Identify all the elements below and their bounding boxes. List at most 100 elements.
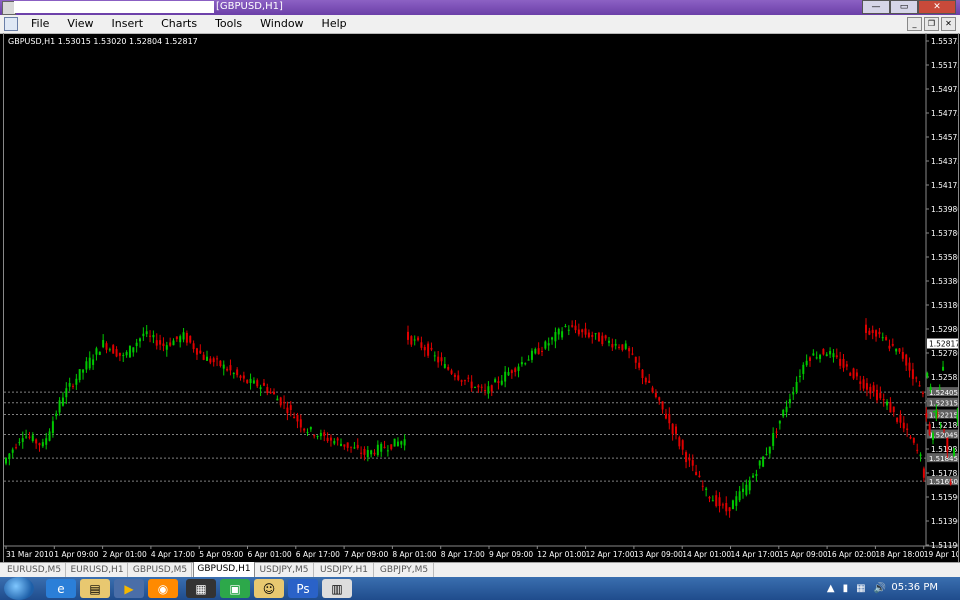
menu-item-insert[interactable]: Insert (103, 17, 153, 31)
candle-body (31, 435, 34, 442)
candle-body (195, 348, 198, 355)
candle-body (504, 371, 507, 382)
candle-body (541, 350, 543, 352)
candle-body (366, 450, 369, 458)
candle-body (484, 390, 487, 392)
candle-body (427, 343, 430, 356)
time-axis-label: 13 Apr 09:00 (634, 550, 683, 559)
photoshop-icon[interactable]: Ps (288, 579, 318, 598)
chat-icon[interactable]: ☺ (254, 579, 284, 598)
menu-item-charts[interactable]: Charts (152, 17, 206, 31)
document-icon[interactable] (4, 17, 18, 31)
candle-body (921, 392, 924, 395)
menu-item-tools[interactable]: Tools (206, 17, 251, 31)
candle-body (932, 411, 935, 413)
mdi-minimize-button[interactable]: _ (907, 17, 922, 31)
candle-body (340, 443, 342, 446)
candle-body (135, 342, 138, 347)
tab-gbpjpy-m5[interactable]: GBPJPY,M5 (375, 563, 434, 577)
candle-body (594, 333, 597, 335)
candle-body (875, 330, 878, 337)
candle-body (420, 342, 423, 348)
candle-body (192, 343, 195, 350)
candle-body (112, 345, 115, 354)
tab-usdjpy-m5[interactable]: USDJPY,M5 (255, 563, 314, 577)
window-title: [GBPUSD,H1] (216, 1, 283, 12)
maximize-button[interactable]: ▭ (890, 0, 918, 14)
tab-eurusd-h1[interactable]: EURUSD,H1 (67, 563, 128, 577)
start-button[interactable] (4, 577, 34, 600)
time-axis-label: 18 Apr 18:00 (875, 550, 924, 559)
candle-body (68, 382, 71, 387)
menu-item-help[interactable]: Help (313, 17, 356, 31)
candle-body (514, 368, 517, 373)
candle-body (407, 331, 409, 340)
candle-body (852, 368, 855, 379)
tab-gbpusd-m5[interactable]: GBPUSD,M5 (129, 563, 192, 577)
mdi-restore-button[interactable]: ❐ (924, 17, 939, 31)
candle-body (410, 336, 413, 345)
candle-body (742, 488, 744, 492)
candle-body (634, 356, 637, 363)
candle-body (447, 367, 450, 370)
price-chart[interactable]: GBPUSD,H1 1.53015 1.53020 1.52804 1.5281… (3, 33, 959, 563)
candle-body (919, 454, 922, 457)
tab-usdjpy-h1[interactable]: USDJPY,H1 (315, 563, 374, 577)
menu-item-window[interactable]: Window (251, 17, 312, 31)
volume-icon[interactable]: 🔊 (874, 583, 886, 594)
candle-body (51, 421, 54, 434)
candle-body (865, 324, 867, 333)
show-hidden-icon[interactable]: ▲ (827, 583, 835, 594)
network-icon[interactable]: ▦ (856, 583, 865, 594)
candle-body (326, 437, 329, 442)
tab-gbpusd-h1[interactable]: GBPUSD,H1 (193, 562, 255, 578)
candle-body (497, 381, 500, 383)
candle-body (731, 500, 734, 510)
chart-canvas[interactable]: GBPUSD,H1 1.53015 1.53020 1.52804 1.5281… (4, 33, 958, 563)
folder-icon[interactable]: ▤ (80, 579, 110, 598)
candle-body (728, 507, 731, 512)
candle-body (162, 343, 165, 347)
candle-body (443, 364, 446, 368)
candle-body (591, 335, 594, 337)
minimize-button[interactable]: — (862, 0, 890, 14)
chart-info-label: GBPUSD,H1 1.53015 1.53020 1.52804 1.5281… (8, 37, 198, 46)
candle-body (118, 352, 121, 356)
candle-body (574, 325, 577, 331)
candle-body (115, 349, 118, 357)
time-axis-label: 7 Apr 09:00 (344, 550, 388, 559)
tab-eurusd-m5[interactable]: EURUSD,M5 (3, 563, 66, 577)
time-axis-label: 15 Apr 09:00 (779, 550, 828, 559)
candle-body (802, 364, 805, 374)
mdi-close-button[interactable]: ✕ (941, 17, 956, 31)
candle-body (18, 442, 21, 444)
candle-body (21, 438, 24, 442)
candle-body (316, 435, 319, 437)
candle-body (661, 401, 664, 410)
candle-body (815, 357, 818, 359)
power-icon[interactable]: ▮ (843, 583, 849, 594)
ie-icon[interactable]: e (46, 579, 76, 598)
candle-body (28, 436, 31, 438)
candle-body (882, 399, 885, 401)
candle-body (928, 424, 931, 435)
menu-item-view[interactable]: View (58, 17, 102, 31)
candle-body (845, 364, 848, 367)
firefox-icon[interactable]: ◉ (148, 579, 178, 598)
candle-body (902, 422, 905, 429)
candle-body (551, 337, 554, 340)
close-button[interactable]: ✕ (918, 0, 956, 14)
menu-item-file[interactable]: File (22, 17, 58, 31)
candle-body (888, 345, 891, 349)
calculator-icon[interactable]: ▥ (322, 579, 352, 598)
metatrader-icon[interactable]: ▦ (186, 579, 216, 598)
candle-body (48, 431, 51, 441)
candle-body (242, 375, 245, 379)
green-app-icon[interactable]: ▣ (220, 579, 250, 598)
candle-body (644, 378, 647, 383)
candle-body (530, 350, 533, 360)
media-player-icon[interactable]: ▶ (114, 579, 144, 598)
candle-body (872, 385, 875, 392)
candle-body (524, 363, 527, 365)
candle-body (5, 457, 7, 464)
